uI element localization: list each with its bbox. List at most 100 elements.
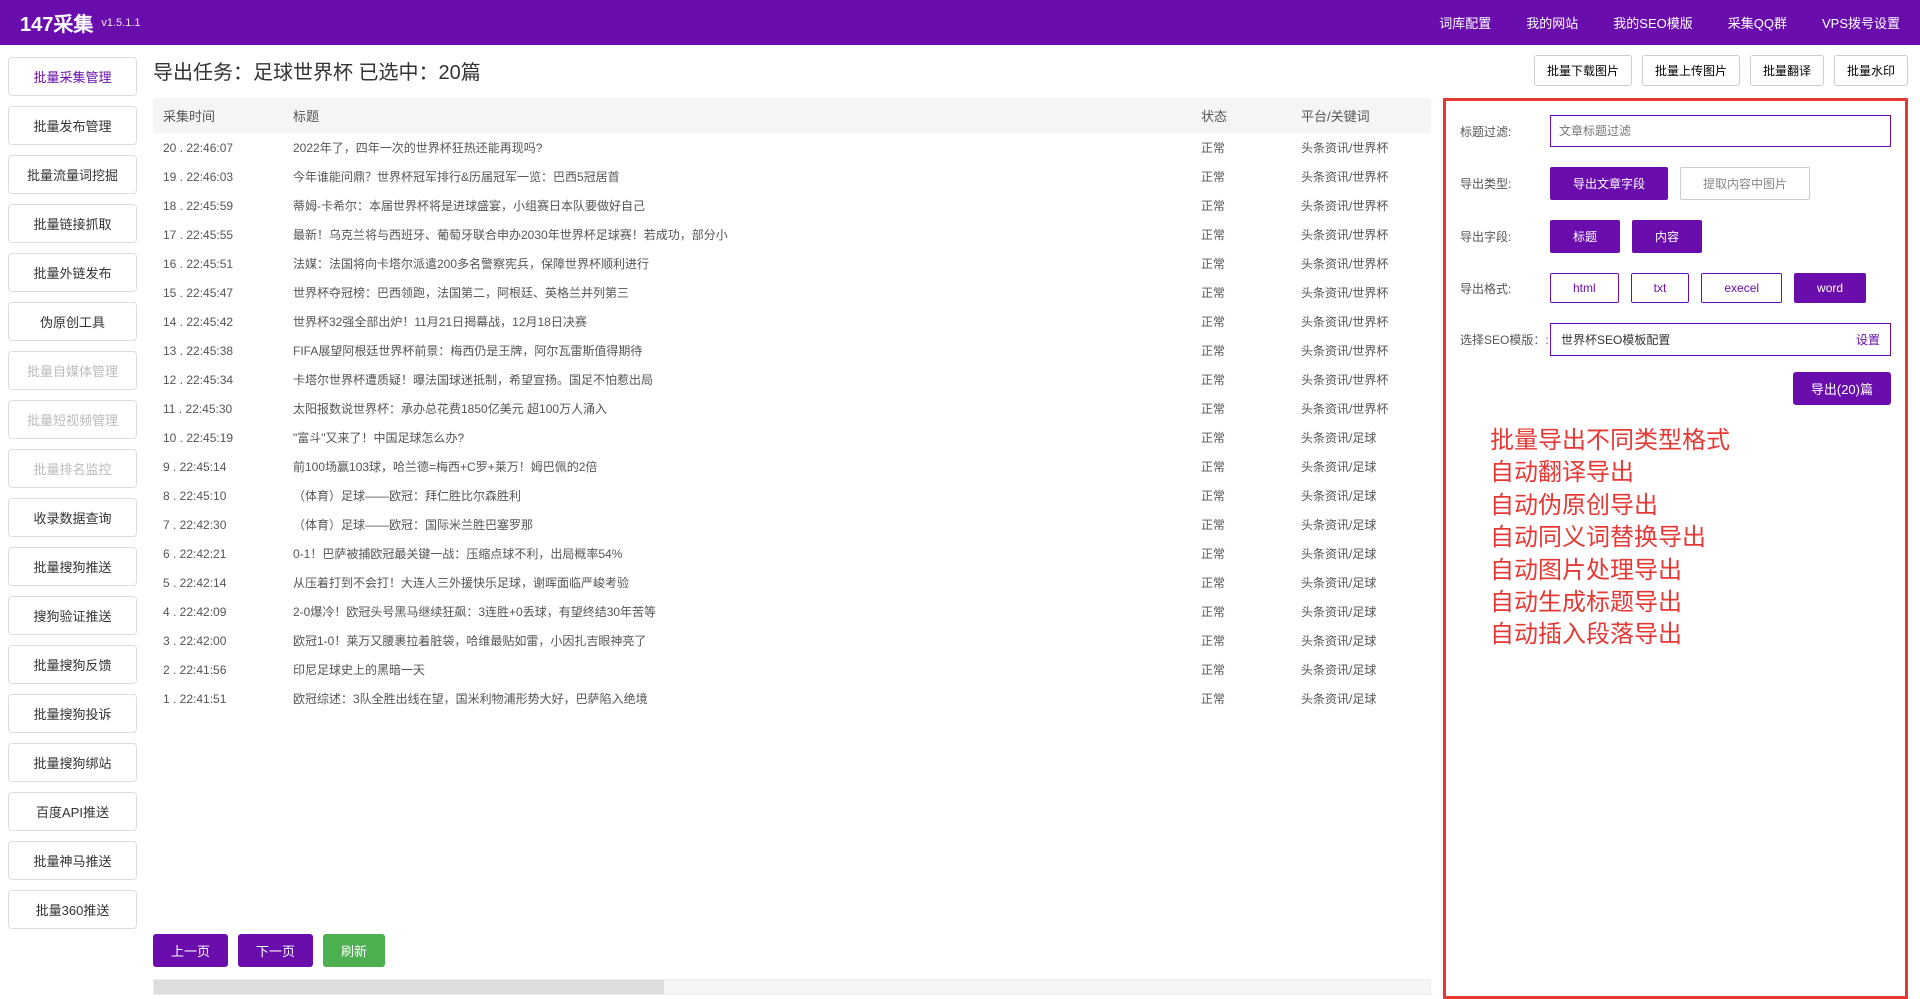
sidebar-item-12[interactable]: 批量搜狗反馈 <box>8 645 137 684</box>
seo-template-setting[interactable]: 设置 <box>1856 331 1880 348</box>
sidebar-item-16[interactable]: 批量神马推送 <box>8 841 137 880</box>
cell-title: 最新！乌克兰将与西班牙、葡萄牙联合申办2030年世界杯足球赛！若成功，部分小 <box>283 220 1191 249</box>
sidebar-item-17[interactable]: 批量360推送 <box>8 890 137 929</box>
sidebar-item-13[interactable]: 批量搜狗投诉 <box>8 694 137 733</box>
cell-status: 正常 <box>1191 394 1291 423</box>
table-row[interactable]: 9 . 22:45:14前100场赢103球，哈兰德=梅西+C罗+莱万！姆巴佩的… <box>153 452 1431 481</box>
format-word[interactable]: word <box>1794 273 1866 303</box>
label-export-fields: 导出字段: <box>1460 228 1550 245</box>
table-row[interactable]: 19 . 22:46:03今年谁能问鼎？世界杯冠军排行&历届冠军一览：巴西5冠居… <box>153 162 1431 191</box>
article-table: 采集时间 标题 状态 平台/关键词 20 . 22:46:072022年了，四年… <box>153 98 1431 713</box>
table-row[interactable]: 10 . 22:45:19"富斗"又来了！中国足球怎么办?正常头条资讯/足球 <box>153 423 1431 452</box>
cell-source: 头条资讯/足球 <box>1291 452 1431 481</box>
btn-batch-upload-images[interactable]: 批量上传图片 <box>1642 55 1740 86</box>
sidebar-item-3[interactable]: 批量链接抓取 <box>8 204 137 243</box>
nav-vps-dial[interactable]: VPS拨号设置 <box>1822 13 1900 32</box>
prev-page-button[interactable]: 上一页 <box>153 934 228 967</box>
cell-title: 蒂姆-卡希尔：本届世界杯将是进球盛宴，小组赛日本队要做好自己 <box>283 191 1191 220</box>
cell-title: （体育）足球——欧冠：拜仁胜比尔森胜利 <box>283 481 1191 510</box>
export-type-images[interactable]: 提取内容中图片 <box>1680 167 1810 200</box>
feature-item: 批量导出不同类型格式 <box>1490 425 1891 457</box>
table-row[interactable]: 16 . 22:45:51法媒：法国将向卡塔尔派遣200多名警察宪兵，保障世界杯… <box>153 249 1431 278</box>
cell-title: 0-1！巴萨被捕欧冠最关键一战：压缩点球不利，出局概率54% <box>283 539 1191 568</box>
cell-time: 3 . 22:42:00 <box>153 626 283 655</box>
table-row[interactable]: 4 . 22:42:092-0爆冷！欧冠头号黑马继续狂飙：3连胜+0丢球，有望终… <box>153 597 1431 626</box>
nav-mysite[interactable]: 我的网站 <box>1526 13 1578 32</box>
cell-status: 正常 <box>1191 336 1291 365</box>
table-row[interactable]: 17 . 22:45:55最新！乌克兰将与西班牙、葡萄牙联合申办2030年世界杯… <box>153 220 1431 249</box>
table-row[interactable]: 1 . 22:41:51欧冠综述：3队全胜出线在望，国米利物浦形势大好，巴萨陷入… <box>153 684 1431 713</box>
cell-title: 世界杯夺冠榜：巴西领跑，法国第二，阿根廷、英格兰并列第三 <box>283 278 1191 307</box>
cell-source: 头条资讯/足球 <box>1291 626 1431 655</box>
cell-source: 头条资讯/足球 <box>1291 568 1431 597</box>
cell-time: 13 . 22:45:38 <box>153 336 283 365</box>
table-row[interactable]: 3 . 22:42:00欧冠1-0！莱万又腰裹拉着脏袋，哈维最贴如雷，小因扎吉眼… <box>153 626 1431 655</box>
feature-item: 自动翻译导出 <box>1490 457 1891 489</box>
cell-title: 从压着打到不会打！大连人三外援快乐足球，谢晖面临严峻考验 <box>283 568 1191 597</box>
seo-template-select[interactable]: 世界杯SEO模板配置 设置 <box>1550 323 1891 356</box>
col-source: 平台/关键词 <box>1291 98 1431 133</box>
table-row[interactable]: 14 . 22:45:42世界杯32强全部出炉！11月21日揭幕战，12月18日… <box>153 307 1431 336</box>
format-html[interactable]: html <box>1550 273 1619 303</box>
cell-status: 正常 <box>1191 162 1291 191</box>
export-button[interactable]: 导出(20)篇 <box>1793 372 1891 405</box>
sidebar-item-7: 批量短视频管理 <box>8 400 137 439</box>
cell-source: 头条资讯/世界杯 <box>1291 191 1431 220</box>
export-type-fields[interactable]: 导出文章字段 <box>1550 167 1668 200</box>
table-row[interactable]: 18 . 22:45:59蒂姆-卡希尔：本届世界杯将是进球盛宴，小组赛日本队要做… <box>153 191 1431 220</box>
sidebar-item-11[interactable]: 搜狗验证推送 <box>8 596 137 635</box>
table-row[interactable]: 13 . 22:45:38FIFA展望阿根廷世界杯前景：梅西仍是王牌，阿尔瓦雷斯… <box>153 336 1431 365</box>
btn-batch-watermark[interactable]: 批量水印 <box>1834 55 1908 86</box>
next-page-button[interactable]: 下一页 <box>238 934 313 967</box>
feature-item: 自动同义词替换导出 <box>1490 522 1891 554</box>
cell-time: 4 . 22:42:09 <box>153 597 283 626</box>
sidebar-item-15[interactable]: 百度API推送 <box>8 792 137 831</box>
table-row[interactable]: 20 . 22:46:072022年了，四年一次的世界杯狂热还能再现吗?正常头条… <box>153 133 1431 162</box>
table-row[interactable]: 12 . 22:45:34卡塔尔世界杯遭质疑！曝法国球迷抵制，希望宣扬。国足不怕… <box>153 365 1431 394</box>
sidebar-item-5[interactable]: 伪原创工具 <box>8 302 137 341</box>
nav-seo-template[interactable]: 我的SEO模版 <box>1613 13 1692 32</box>
btn-batch-download-images[interactable]: 批量下载图片 <box>1534 55 1632 86</box>
cell-status: 正常 <box>1191 307 1291 336</box>
cell-time: 18 . 22:45:59 <box>153 191 283 220</box>
export-field-content[interactable]: 内容 <box>1632 220 1702 253</box>
format-txt[interactable]: txt <box>1631 273 1690 303</box>
export-field-title[interactable]: 标题 <box>1550 220 1620 253</box>
table-row[interactable]: 11 . 22:45:30太阳报数说世界杯：承办总花费1850亿美元 超100万… <box>153 394 1431 423</box>
app-header: 147采集 v1.5.1.1 词库配置 我的网站 我的SEO模版 采集QQ群 V… <box>0 0 1920 45</box>
nav-qq-group[interactable]: 采集QQ群 <box>1728 13 1787 32</box>
cell-title: 印尼足球史上的黑暗一天 <box>283 655 1191 684</box>
cell-source: 头条资讯/足球 <box>1291 684 1431 713</box>
sidebar-item-2[interactable]: 批量流量词挖掘 <box>8 155 137 194</box>
table-row[interactable]: 2 . 22:41:56印尼足球史上的黑暗一天正常头条资讯/足球 <box>153 655 1431 684</box>
cell-source: 头条资讯/世界杯 <box>1291 278 1431 307</box>
format-excel[interactable]: execel <box>1701 273 1782 303</box>
sidebar-item-4[interactable]: 批量外链发布 <box>8 253 137 292</box>
sidebar-item-1[interactable]: 批量发布管理 <box>8 106 137 145</box>
sidebar-item-0[interactable]: 批量采集管理 <box>8 57 137 96</box>
table-row[interactable]: 7 . 22:42:30（体育）足球——欧冠：国际米兰胜巴塞罗那正常头条资讯/足… <box>153 510 1431 539</box>
cell-time: 17 . 22:45:55 <box>153 220 283 249</box>
sidebar-item-8: 批量排名监控 <box>8 449 137 488</box>
table-row[interactable]: 6 . 22:42:210-1！巴萨被捕欧冠最关键一战：压缩点球不利，出局概率5… <box>153 539 1431 568</box>
table-row[interactable]: 5 . 22:42:14从压着打到不会打！大连人三外援快乐足球，谢晖面临严峻考验… <box>153 568 1431 597</box>
feature-item: 自动伪原创导出 <box>1490 490 1891 522</box>
cell-source: 头条资讯/世界杯 <box>1291 162 1431 191</box>
cell-source: 头条资讯/世界杯 <box>1291 220 1431 249</box>
cell-status: 正常 <box>1191 191 1291 220</box>
label-export-type: 导出类型: <box>1460 175 1550 192</box>
sidebar-item-10[interactable]: 批量搜狗推送 <box>8 547 137 586</box>
nav-ciku[interactable]: 词库配置 <box>1439 13 1491 32</box>
btn-batch-translate[interactable]: 批量翻译 <box>1750 55 1824 86</box>
horizontal-scrollbar[interactable] <box>153 979 1431 995</box>
table-row[interactable]: 8 . 22:45:10（体育）足球——欧冠：拜仁胜比尔森胜利正常头条资讯/足球 <box>153 481 1431 510</box>
cell-status: 正常 <box>1191 626 1291 655</box>
title-filter-input[interactable] <box>1550 115 1891 147</box>
table-row[interactable]: 15 . 22:45:47世界杯夺冠榜：巴西领跑，法国第二，阿根廷、英格兰并列第… <box>153 278 1431 307</box>
sidebar-item-14[interactable]: 批量搜狗绑站 <box>8 743 137 782</box>
sidebar-item-9[interactable]: 收录数据查询 <box>8 498 137 537</box>
refresh-button[interactable]: 刷新 <box>323 934 385 967</box>
col-title: 标题 <box>283 98 1191 133</box>
cell-title: 前100场赢103球，哈兰德=梅西+C罗+莱万！姆巴佩的2倍 <box>283 452 1191 481</box>
cell-time: 5 . 22:42:14 <box>153 568 283 597</box>
